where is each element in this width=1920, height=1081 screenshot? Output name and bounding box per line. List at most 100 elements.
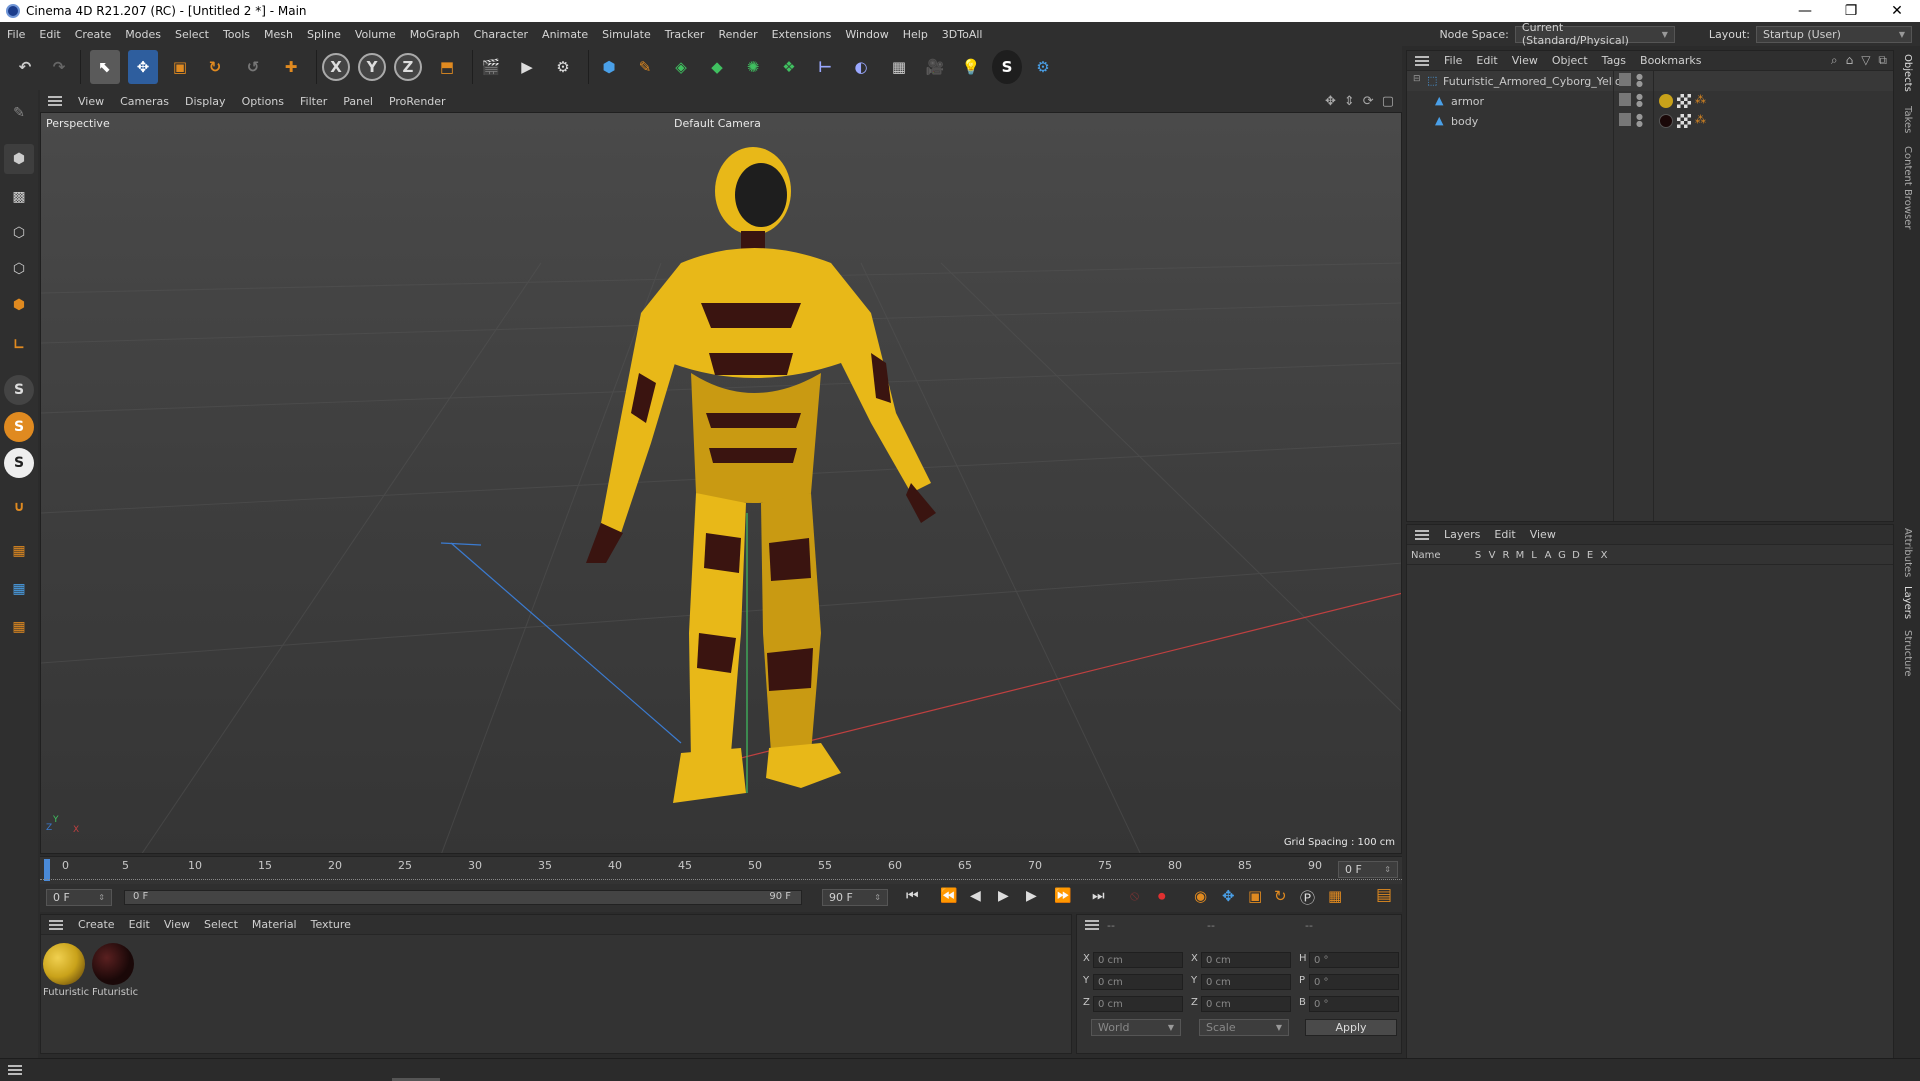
camera-icon[interactable]: 🎥 (920, 50, 950, 84)
visibility-toggle-icon[interactable] (1619, 73, 1631, 86)
perspective-viewport[interactable]: Perspective Default Camera Grid Spacing … (40, 112, 1402, 854)
object-menu-edit[interactable]: Edit (1469, 54, 1504, 67)
material-tag-icon[interactable] (1659, 94, 1673, 108)
menu-render[interactable]: Render (711, 28, 764, 41)
material-menu-icon[interactable] (49, 919, 63, 930)
menu-3dtoall[interactable]: 3DToAll (935, 28, 990, 41)
menu-spline[interactable]: Spline (300, 28, 348, 41)
cube-icon[interactable]: ⬢ (594, 50, 624, 84)
rot-h-input[interactable] (1309, 952, 1399, 968)
go-to-end-icon[interactable]: ⏭ (1092, 888, 1105, 904)
edge-mode-icon[interactable]: ⬡ (4, 254, 34, 284)
material-item[interactable]: Futuristic (43, 943, 89, 998)
x-axis-lock-icon[interactable]: X (322, 53, 350, 81)
floor-icon[interactable]: ▦ (884, 50, 914, 84)
viewport-menu-cameras[interactable]: Cameras (112, 95, 177, 108)
menu-character[interactable]: Character (467, 28, 535, 41)
y-axis-lock-icon[interactable]: Y (358, 53, 386, 81)
rot-p-input[interactable] (1309, 974, 1399, 990)
model-mode-icon[interactable]: ⬢ (4, 144, 34, 174)
next-key-icon[interactable]: ⏩ (1054, 888, 1071, 904)
menu-mesh[interactable]: Mesh (257, 28, 300, 41)
menu-tracker[interactable]: Tracker (658, 28, 712, 41)
rotate-tool-icon[interactable]: ↻ (200, 50, 230, 84)
snap-icon[interactable]: S (4, 375, 34, 405)
axis-mode-icon[interactable]: ∟ (4, 330, 34, 360)
viewport-menu-options[interactable]: Options (234, 95, 292, 108)
pen-spline-icon[interactable]: ✎ (630, 50, 660, 84)
render-view-icon[interactable]: 🎬 (476, 50, 506, 84)
material-menu-material[interactable]: Material (245, 918, 304, 931)
record-scale-icon[interactable]: ▣ (1248, 887, 1262, 905)
preview-range-slider[interactable]: 0 F 90 F (124, 890, 802, 905)
menu-mograph[interactable]: MoGraph (403, 28, 467, 41)
cloner-icon[interactable]: ✺ (738, 50, 768, 84)
record-icon[interactable]: ⏺ (1158, 887, 1166, 905)
menu-extensions[interactable]: Extensions (765, 28, 839, 41)
play-icon[interactable]: ▶ (998, 888, 1009, 904)
material-menu-edit[interactable]: Edit (122, 918, 157, 931)
recent-tool-icon[interactable]: ↺ (238, 50, 268, 84)
z-axis-lock-icon[interactable]: Z (394, 53, 422, 81)
menu-edit[interactable]: Edit (32, 28, 67, 41)
snap-enable-icon[interactable]: S (4, 412, 34, 442)
filter-icon[interactable]: ▽ (1861, 53, 1870, 68)
undo-icon[interactable]: ↶ (10, 50, 40, 84)
material-item[interactable]: Futuristic (92, 943, 138, 998)
coordinates-menu-icon[interactable] (1085, 920, 1099, 930)
render-settings-icon[interactable]: ⚙ (548, 50, 578, 84)
visibility-toggle-icon[interactable] (1619, 113, 1631, 126)
viewport-menu-view[interactable]: View (70, 95, 112, 108)
tab-content-browser[interactable]: Content Browser (1902, 146, 1913, 229)
menu-file[interactable]: File (0, 28, 32, 41)
tab-structure[interactable]: Structure (1902, 630, 1913, 677)
object-row[interactable]: ▲ armor ● ● ⁂ (1407, 91, 1893, 111)
size-x-input[interactable] (1201, 952, 1291, 968)
live-selection-icon[interactable]: ⬉ (90, 50, 120, 84)
viewport-menu-icon[interactable] (48, 96, 62, 106)
substance-icon[interactable]: S (992, 50, 1022, 84)
polygon-mode-icon[interactable]: ⬢ (4, 290, 34, 320)
material-menu-select[interactable]: Select (197, 918, 245, 931)
viewport-menu-filter[interactable]: Filter (292, 95, 335, 108)
layer-menu-layers[interactable]: Layers (1437, 528, 1487, 541)
tab-attributes[interactable]: Attributes (1902, 528, 1913, 577)
menu-select[interactable]: Select (168, 28, 216, 41)
viewport-move-icon[interactable]: ✥ (1325, 94, 1336, 109)
object-name[interactable]: armor (1451, 95, 1484, 108)
collapse-icon[interactable]: ⊟ (1413, 74, 1421, 84)
object-menu-tags[interactable]: Tags (1595, 54, 1633, 67)
redo-icon[interactable]: ↷ (44, 50, 74, 84)
make-editable-icon[interactable]: ✎ (4, 98, 34, 128)
layer-menu-edit[interactable]: Edit (1487, 528, 1522, 541)
object-row[interactable]: ▲ body ● ● ⁂ (1407, 111, 1893, 131)
light-icon[interactable]: 💡 (956, 50, 986, 84)
workplane-icon[interactable]: ▦ (4, 536, 34, 566)
viewport-menu-display[interactable]: Display (177, 95, 234, 108)
add-tool-icon[interactable]: ✚ (276, 50, 306, 84)
tab-takes[interactable]: Takes (1902, 106, 1913, 133)
viewport-rotate-icon[interactable]: ⟳ (1363, 94, 1374, 109)
rot-b-input[interactable] (1309, 996, 1399, 1012)
previous-frame-icon[interactable]: ◀ (970, 888, 981, 904)
current-frame-field[interactable]: 0 F ⇕ (1338, 861, 1398, 878)
menu-volume[interactable]: Volume (348, 28, 403, 41)
object-menu-file[interactable]: File (1437, 54, 1469, 67)
viewport-maximize-icon[interactable]: ▢ (1382, 94, 1394, 109)
object-name[interactable]: body (1451, 115, 1478, 128)
menu-help[interactable]: Help (896, 28, 935, 41)
visibility-dots-icon[interactable]: ● ● (1636, 113, 1643, 128)
scale-tool-icon[interactable]: ▣ (165, 50, 195, 84)
viewport-menu-panel[interactable]: Panel (335, 95, 381, 108)
material-menu-view[interactable]: View (157, 918, 197, 931)
menu-simulate[interactable]: Simulate (595, 28, 658, 41)
menu-tools[interactable]: Tools (216, 28, 257, 41)
object-menu-icon[interactable] (1415, 55, 1429, 66)
object-menu-bookmarks[interactable]: Bookmarks (1633, 54, 1708, 67)
field-icon[interactable]: ◐ (846, 50, 876, 84)
object-row-root[interactable]: ⊟ ⬚ Futuristic_Armored_Cyborg_Yellow ● ● (1407, 71, 1893, 91)
object-name[interactable]: Futuristic_Armored_Cyborg_Yellow (1443, 75, 1631, 88)
menu-animate[interactable]: Animate (535, 28, 595, 41)
material-menu-texture[interactable]: Texture (304, 918, 358, 931)
python-icon[interactable]: ⚙ (1028, 50, 1058, 84)
